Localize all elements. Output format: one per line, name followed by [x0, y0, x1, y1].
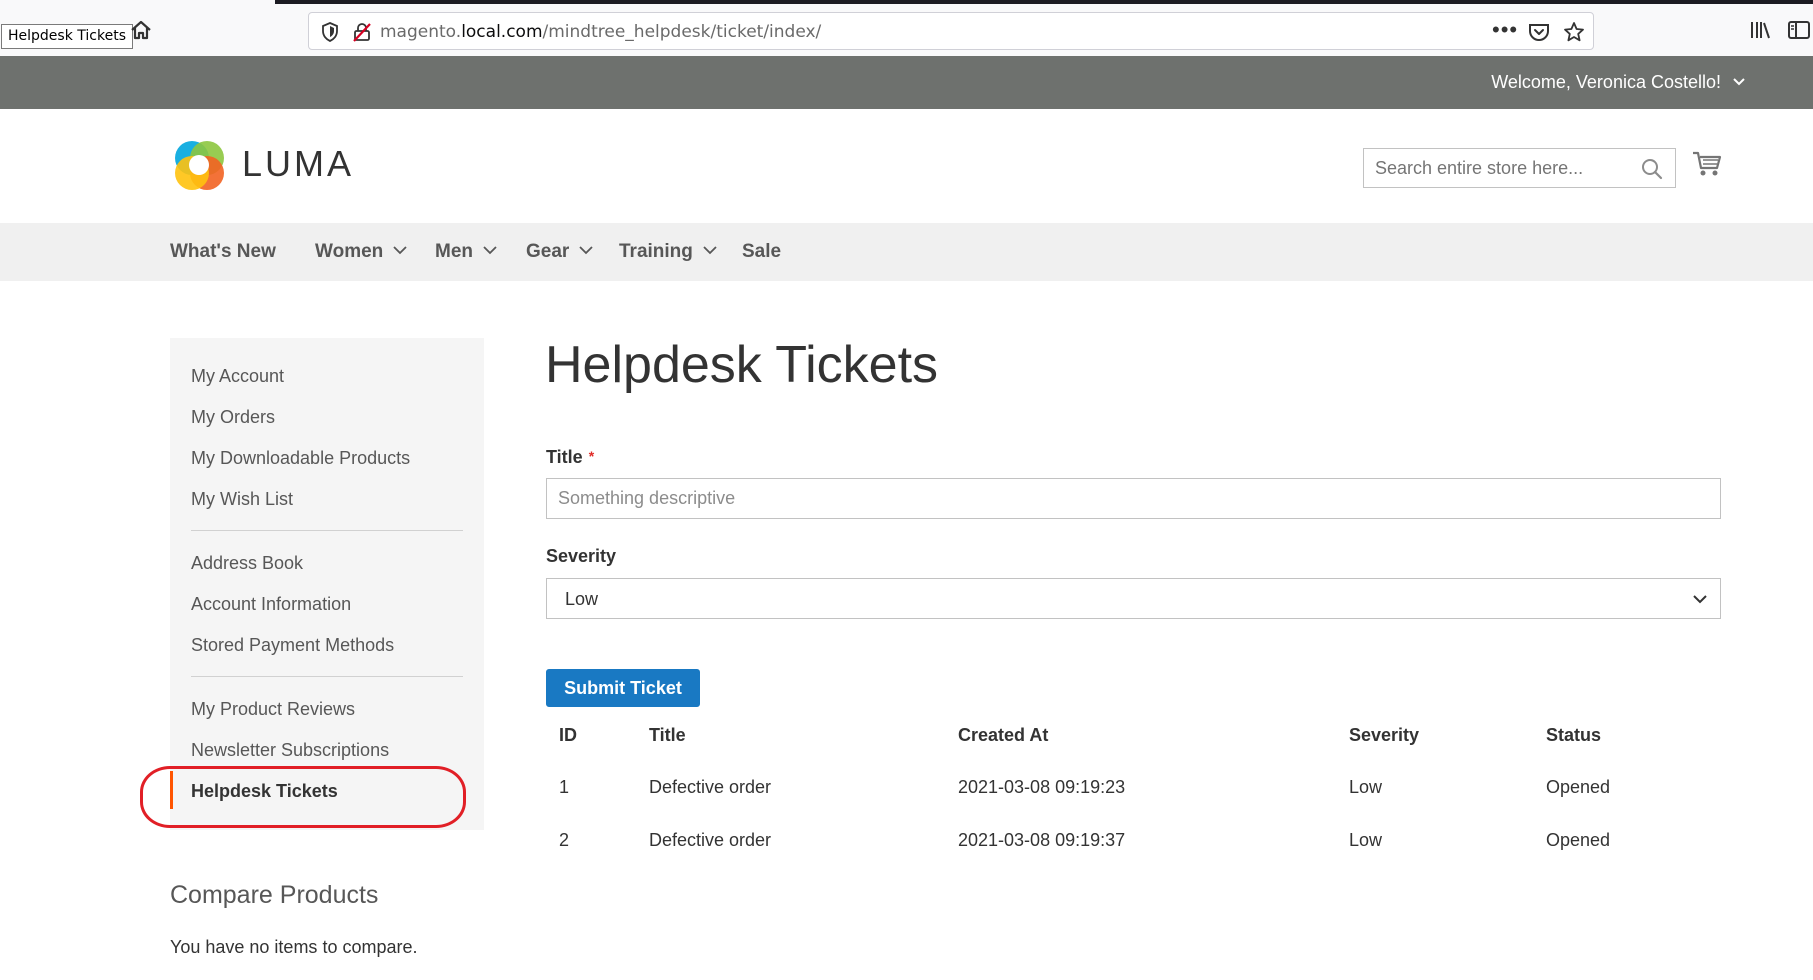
- sidebar-item-wish-list[interactable]: My Wish List: [191, 488, 293, 510]
- column-header-id[interactable]: ID: [559, 724, 577, 746]
- sidebar-toggle-icon[interactable]: [1787, 20, 1811, 40]
- cell-created-at: 2021-03-08 09:19:23: [958, 777, 1126, 797]
- welcome-message[interactable]: Welcome, Veronica Costello!: [1491, 71, 1721, 93]
- sidebar-item-downloadable-products[interactable]: My Downloadable Products: [191, 447, 410, 469]
- nav-item-women[interactable]: Women: [315, 241, 407, 263]
- nav-item-training[interactable]: Training: [619, 241, 717, 263]
- insecure-lock-icon[interactable]: [352, 22, 372, 42]
- cart-icon[interactable]: [1692, 150, 1722, 178]
- chevron-down-icon: [579, 246, 593, 255]
- sidebar-item-my-orders[interactable]: My Orders: [191, 406, 275, 428]
- nav-item-label: Women: [315, 241, 384, 262]
- title-field-label: Title *: [546, 445, 594, 468]
- column-header-severity[interactable]: Severity: [1349, 724, 1419, 746]
- severity-field-label: Severity: [546, 546, 617, 566]
- nav-item-label: Gear: [526, 241, 570, 262]
- cell-title: Defective order: [649, 830, 772, 850]
- cell-status: Opened: [1546, 777, 1611, 797]
- page-actions-icon[interactable]: •••: [1492, 19, 1518, 41]
- column-header-title[interactable]: Title: [649, 724, 686, 746]
- main-navigation: What's New Women Men Gear Training Sale: [0, 223, 1813, 281]
- search-box: [1363, 148, 1676, 188]
- search-input[interactable]: [1364, 149, 1634, 187]
- nav-item-gear[interactable]: Gear: [526, 241, 593, 263]
- search-icon[interactable]: [1641, 158, 1663, 180]
- cell-id: 2: [559, 830, 570, 850]
- sidebar-divider: [191, 676, 463, 677]
- cell-status: Opened: [1546, 830, 1611, 850]
- sidebar-item-stored-payment-methods[interactable]: Stored Payment Methods: [191, 634, 394, 656]
- title-input[interactable]: [546, 478, 1721, 519]
- cell-severity: Low: [1349, 830, 1383, 850]
- nav-item-whats-new[interactable]: What's New: [170, 241, 276, 263]
- sidebar-item-product-reviews[interactable]: My Product Reviews: [191, 698, 355, 720]
- page-title: Helpdesk Tickets: [545, 336, 939, 394]
- column-header-created-at[interactable]: Created At: [958, 724, 1048, 746]
- chevron-down-icon: [483, 246, 497, 255]
- nav-item-label: Men: [435, 241, 473, 262]
- cell-title: Defective order: [649, 777, 772, 797]
- nav-item-label: Sale: [742, 241, 782, 262]
- address-bar[interactable]: magento.local.com/mindtree_helpdesk/tick…: [308, 12, 1594, 50]
- tab-tooltip: Helpdesk Tickets: [1, 24, 133, 49]
- library-icon[interactable]: [1749, 19, 1771, 41]
- required-mark: *: [588, 448, 595, 464]
- panel-header: Welcome, Veronica Costello!: [0, 56, 1813, 109]
- highlight-annotation: [140, 766, 466, 828]
- submit-ticket-button[interactable]: Submit Ticket: [546, 669, 700, 707]
- nav-item-label: What's New: [170, 241, 276, 262]
- cell-created-at: 2021-03-08 09:19:37: [958, 830, 1126, 850]
- cell-severity: Low: [1349, 777, 1383, 797]
- compare-products-title: Compare Products: [170, 881, 379, 909]
- title-label-text: Title: [546, 447, 583, 467]
- sidebar-item-account-information[interactable]: Account Information: [191, 593, 351, 615]
- tracking-shield-icon[interactable]: [321, 22, 339, 42]
- chevron-down-icon: [703, 246, 717, 255]
- cell-id: 1: [559, 777, 570, 797]
- sidebar-divider: [191, 530, 463, 531]
- severity-select[interactable]: Low: [546, 578, 1721, 619]
- nav-item-men[interactable]: Men: [435, 241, 497, 263]
- chevron-down-icon: [1693, 595, 1707, 604]
- browser-toolbar: Helpdesk Tickets magento.local.com/mindt…: [0, 0, 1813, 56]
- severity-selected-value: Low: [565, 589, 599, 609]
- logo-text[interactable]: LUMA: [242, 142, 354, 186]
- sidebar-item-address-book[interactable]: Address Book: [191, 552, 303, 574]
- account-sidebar: My Account My Orders My Downloadable Pro…: [170, 338, 484, 830]
- column-header-status[interactable]: Status: [1546, 724, 1601, 746]
- chevron-down-icon[interactable]: [1731, 74, 1747, 90]
- url-text[interactable]: magento.local.com/mindtree_helpdesk/tick…: [380, 22, 821, 42]
- nav-item-sale[interactable]: Sale: [742, 241, 781, 263]
- nav-item-label: Training: [619, 241, 693, 262]
- compare-empty-message: You have no items to compare.: [170, 937, 418, 957]
- browser-tab-strip: [275, 0, 1813, 4]
- sidebar-item-my-account[interactable]: My Account: [191, 365, 284, 387]
- pocket-icon[interactable]: [1528, 22, 1550, 42]
- luma-logo-icon[interactable]: [170, 136, 228, 194]
- bookmark-star-icon[interactable]: [1563, 21, 1585, 43]
- home-icon[interactable]: [128, 17, 154, 43]
- sidebar-item-newsletter-subscriptions[interactable]: Newsletter Subscriptions: [191, 739, 389, 761]
- chevron-down-icon: [393, 246, 407, 255]
